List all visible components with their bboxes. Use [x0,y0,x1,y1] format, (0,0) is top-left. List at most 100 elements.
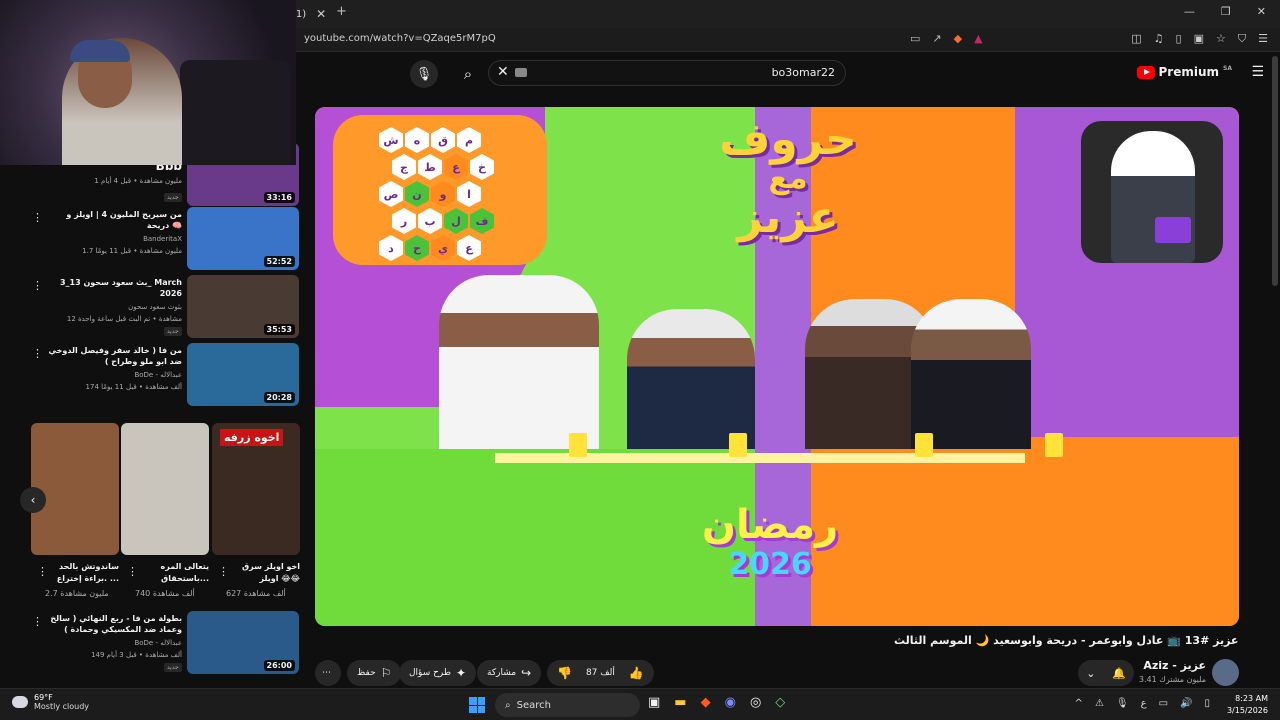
address-bar[interactable]: youtube.com/watch?v=QZaqe5rM7pQ ▭ ↗ ◆ ▲ … [292,28,1280,52]
music-icon[interactable]: ♫ [1154,32,1164,46]
menu-icon[interactable]: ☰ [1258,32,1268,46]
save-button[interactable]: حفظ ⚐ [347,660,402,686]
more-options-icon[interactable]: ⋮ [32,211,43,224]
mic-tray-icon[interactable]: 🎙 [1116,698,1129,709]
notification-icon[interactable]: ⚠ [1095,698,1104,709]
rec-channel[interactable]: بثوث سعود سحون [48,303,182,311]
keyboard-icon[interactable] [515,68,527,77]
short-thumbnail[interactable] [31,423,119,555]
rec-meta: 174 ألف مشاهدة • قبل 11 يومًا [85,383,182,391]
rec-channel[interactable]: BoDe - عبدالاله [48,371,182,379]
weather-widget[interactable]: 69°F Mostly cloudy [12,693,89,711]
network-icon[interactable]: ▭ [1159,698,1168,709]
close-window-icon[interactable]: ✕ [1257,5,1266,18]
channel-avatar[interactable] [1212,659,1239,686]
guide-menu-icon[interactable]: ☰ [1251,64,1264,80]
letter-hex: ق [431,127,455,153]
tray-overflow-icon[interactable]: ^ [1075,698,1083,709]
address-icons: ▭ ↗ ◆ ▲ [910,32,983,45]
short-views: 627 ألف مشاهدة [226,589,286,598]
browser-tab[interactable]: (1) ✕ [292,4,326,24]
more-options-icon[interactable]: ⋮ [127,565,138,578]
clear-search-icon[interactable]: ✕ [497,64,509,80]
rec-video-item[interactable]: 20:28 ⋮ من فا ( خالد سفر وفيصل الدوخي ضد ا… [0,343,300,407]
wallet-icon[interactable]: ▣ [1194,32,1204,46]
clock[interactable]: 8:23 AM 3/15/2026 [1227,693,1268,717]
rec-thumbnail[interactable]: 20:28 [187,343,299,406]
restore-icon[interactable]: ❐ [1221,5,1231,18]
short-title[interactable]: يتعالى المره باستحقاق... [139,561,209,585]
rec-video-item[interactable]: 35:53 ⋮ بث سعود سحون 13_3_ March 2026 بثوث … [0,275,300,339]
task-view-icon[interactable]: ▣ [648,695,660,710]
search-icon[interactable]: ⌕ [454,60,482,88]
language-indicator[interactable]: ع [1141,698,1147,709]
rec-thumbnail[interactable]: 35:53 [187,275,299,338]
volume-icon[interactable]: 🔊 [1180,698,1192,709]
ask-button[interactable]: طرح سؤال ✦ [399,660,477,686]
letter-hex: ب [418,208,442,234]
rewards-icon[interactable]: ▲ [974,32,982,45]
rec-channel[interactable]: BoDe - عبدالاله [48,639,182,647]
channel-subscribers: 3.41 مليون مشترك [1138,675,1206,684]
like-count[interactable]: 87 ألف [586,668,615,678]
share-button[interactable]: مشاركة ↪ [477,660,542,686]
discord-icon[interactable]: ◉ [725,695,736,710]
battery-icon[interactable]: ▯ [1204,698,1210,709]
like-icon[interactable]: 👍 [629,666,644,680]
youtube-premium-logo[interactable]: Premium SA [1136,65,1232,79]
short-views: 740 ألف مشاهدة [135,589,195,598]
minimize-icon[interactable]: — [1184,5,1195,18]
more-actions-button[interactable]: ⋯ [315,660,341,686]
brave-browser-icon[interactable]: ◆ [701,695,711,710]
app-icon[interactable]: ◇ [775,695,785,710]
rec-video-item[interactable]: 26:00 ⋮ بطولة من فا - ربع النهائي ( سالخ و… [0,611,300,675]
obs-icon[interactable]: ◎ [750,695,761,710]
short-thumbnail[interactable] [121,423,209,555]
youtube-logo-icon [1136,65,1155,79]
more-options-icon[interactable]: ⋮ [218,565,229,578]
more-options-icon[interactable]: ⋮ [37,565,48,578]
page-scrollbar[interactable] [1272,56,1278,286]
short-title[interactable]: اخو اويلز سرق اويلز 😂😂 [230,561,300,585]
webcam-overlay [0,0,296,165]
bookmark-save-icon: ⚐ [380,666,392,680]
voice-search-icon[interactable]: 🎙 [410,60,438,88]
show-title-line3: عزيز [737,192,839,243]
start-button[interactable] [469,697,485,713]
window-controls: — ❐ ✕ [1184,5,1266,18]
rec-video-item[interactable]: 52:52 ⋮ من سيريح المليون 4 | اويلز و دريحة… [0,207,300,271]
shield-icon[interactable]: ⛉ [1238,32,1246,46]
short-title[interactable]: ساندوتش بالحد براءة إختراع. ... [49,561,119,585]
screenshot-icon[interactable]: ◫ [1131,32,1141,46]
clock-date: 3/15/2026 [1226,706,1268,715]
cast-icon[interactable]: ▭ [910,32,920,45]
sidebar-icon[interactable]: ▯ [1176,32,1182,46]
tab-close-icon[interactable]: ✕ [316,7,326,21]
rec-title[interactable]: من سيريح المليون 4 | اويلز و دريحة 🧠 [48,209,182,231]
brave-shield-icon[interactable]: ◆ [954,32,962,45]
rec-title[interactable]: بث سعود سحون 13_3_ March 2026 [48,277,182,299]
more-options-icon[interactable]: ⋮ [32,279,43,292]
share-page-icon[interactable]: ↗ [932,32,941,45]
dislike-icon[interactable]: 👎 [557,666,572,680]
search-input[interactable]: ✕ bo3omar22 [488,60,846,86]
rec-title[interactable]: بطولة من فا - ربع النهائي ( سالخ وعماد ض… [48,613,182,635]
more-options-icon[interactable]: ⋮ [32,615,43,628]
video-player[interactable]: شهقمجطعخصنواربلفدحيع حروف مع عزيز رمضان … [315,107,1239,626]
shorts-prev-icon[interactable]: ‹ [20,487,46,513]
taskbar-search[interactable]: ⌕ Search [495,693,640,717]
presenter-screen [1081,121,1223,263]
file-explorer-icon[interactable]: ▬ [674,695,686,710]
letter-hex: ح [405,235,429,261]
more-options-icon[interactable]: ⋮ [32,347,43,360]
rec-thumbnail[interactable]: 52:52 [187,207,299,270]
new-tab-icon[interactable]: + [336,4,347,19]
channel-name[interactable]: Aziz - عزيز [1130,659,1206,672]
bookmark-icon[interactable]: ☆ [1216,32,1226,46]
rec-channel[interactable]: BanderitaX [48,235,182,243]
short-thumbnail[interactable]: اخوه زرفه [212,423,300,555]
letter-hex: ر [392,208,416,234]
rec-title[interactable]: من فا ( خالد سفر وفيصل الدوخي ضد ابو ملو… [48,345,182,367]
url-text[interactable]: youtube.com/watch?v=QZaqe5rM7pQ [304,33,496,44]
rec-thumbnail[interactable]: 26:00 [187,611,299,674]
